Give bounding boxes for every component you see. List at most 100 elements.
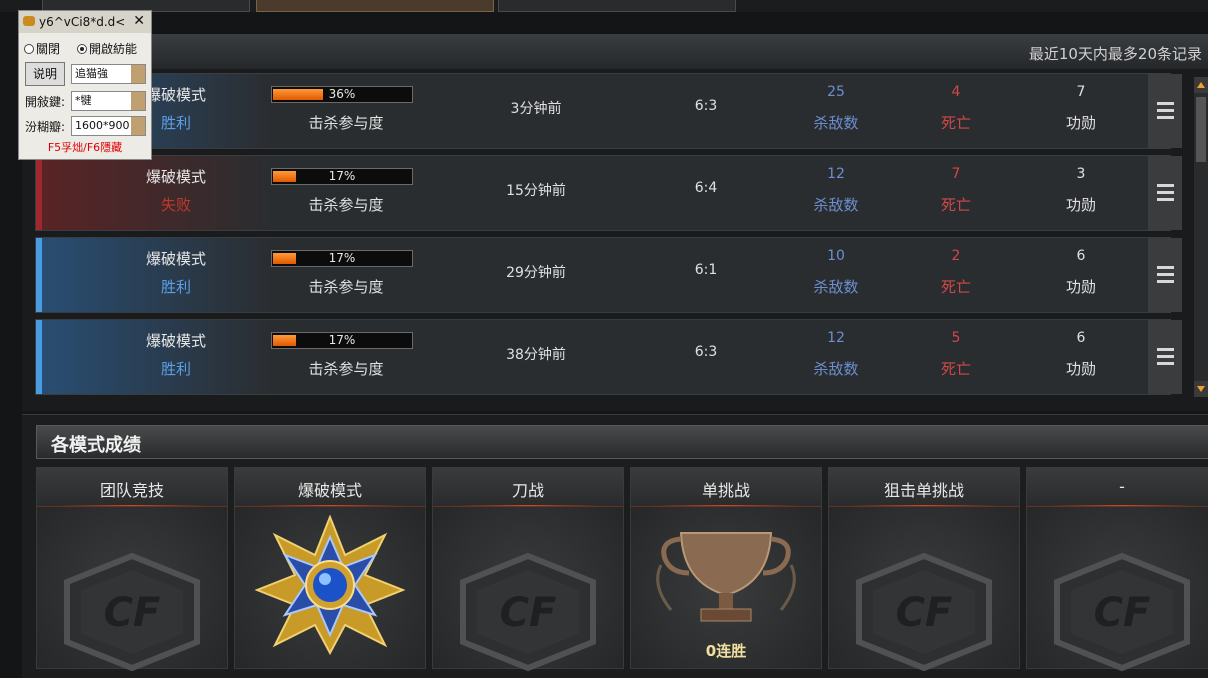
kill-participation-value: 17% <box>328 251 356 265</box>
top-tab-3[interactable] <box>498 0 736 12</box>
kill-participation-value: 36% <box>328 87 356 101</box>
mode-select[interactable]: 追猫強 <box>71 64 146 84</box>
kill-participation-bar: 17% <box>271 168 413 185</box>
svg-text:CF: CF <box>104 590 161 636</box>
key-label: 開敍鍵: <box>25 95 66 109</box>
scroll-down-icon[interactable] <box>1194 381 1208 397</box>
key-select[interactable]: *犍 <box>71 91 146 111</box>
scroll-thumb[interactable] <box>1196 97 1206 162</box>
records-header: 最近10天内最多20条记录 <box>22 35 1208 69</box>
mode-name: - <box>1119 477 1125 496</box>
match-mode: 爆破模式 <box>145 250 206 268</box>
radio-off-icon <box>24 44 34 54</box>
merit-label: 功勋 <box>1065 196 1096 214</box>
kill-participation-value: 17% <box>328 333 356 347</box>
match-score: 6:3 <box>694 98 718 114</box>
records-note: 最近10天内最多20条记录 <box>1028 45 1202 63</box>
hotkey-hint: F5孚炪/F6隱藏 <box>47 141 123 154</box>
chevron-down-icon[interactable] <box>131 117 145 135</box>
help-button[interactable]: 说明 <box>25 62 65 86</box>
kills-value: 25 <box>827 84 845 100</box>
match-records-panel: 最近10天内最多20条记录 爆破模式 胜利 36% 击杀参与度 3分钟前 6:3… <box>22 34 1208 411</box>
match-row[interactable]: 爆破模式 胜利 17% 击杀参与度 29分钟前 6:1 10 杀敌数 2 死亡 … <box>35 237 1182 313</box>
deaths-value: 5 <box>951 330 961 346</box>
menu-icon-line <box>1157 362 1174 365</box>
menu-icon <box>1157 102 1174 105</box>
mode-card-cap: 狙击单挑战 <box>829 468 1019 507</box>
radio-on[interactable]: 開啟紡能 <box>77 40 137 57</box>
mode-stats-header: 各模式成绩 <box>36 425 1208 459</box>
mode-card-cap: - <box>1027 468 1208 507</box>
mode-card-body: CF <box>829 507 1019 672</box>
deaths-label: 死亡 <box>940 278 971 296</box>
kills-label: 杀敌数 <box>813 196 859 214</box>
row-menu-button[interactable] <box>1148 238 1182 312</box>
mode-card[interactable]: 团队竞技 CF <box>36 467 228 672</box>
resolution-select[interactable]: 1600*900 <box>71 116 146 136</box>
top-tab-2-active[interactable] <box>256 0 494 12</box>
match-mode: 爆破模式 <box>145 168 206 186</box>
key-select-value: *犍 <box>75 94 92 107</box>
overlay-window[interactable]: y6^vCi8*d.d< ✕ 關閉 開啟紡能 说明 追猫強 開敍鍵: *犍 汾糊… <box>18 10 152 160</box>
deaths-value: 2 <box>951 248 961 264</box>
mode-card[interactable]: 单挑战 0连胜 <box>630 467 822 669</box>
overlay-title: y6^vCi8*d.d< <box>39 15 126 29</box>
match-time: 38分钟前 <box>506 347 566 363</box>
match-row[interactable]: 爆破模式 胜利 17% 击杀参与度 38分钟前 6:3 12 杀敌数 5 死亡 … <box>35 319 1182 395</box>
mode-card-cap: 爆破模式 <box>235 468 425 507</box>
overlay-titlebar[interactable]: y6^vCi8*d.d< ✕ <box>19 11 151 33</box>
deaths-label: 死亡 <box>940 114 971 132</box>
mode-card[interactable]: - CF <box>1026 467 1208 672</box>
match-score: 6:1 <box>694 262 718 278</box>
kills-label: 杀敌数 <box>813 278 859 296</box>
mode-stats-panel: 各模式成绩 团队竞技 CF 爆破模式 刀战 CF 单挑战 0连胜 狙击单挑战 C… <box>22 414 1208 678</box>
match-score: 6:4 <box>694 180 718 196</box>
trophy-icon <box>656 532 796 622</box>
mode-name: 单挑战 <box>701 481 750 500</box>
mode-name: 团队竞技 <box>99 481 164 500</box>
menu-icon <box>1157 348 1174 351</box>
merit-value: 6 <box>1076 248 1086 264</box>
svg-text:CF: CF <box>1094 590 1151 636</box>
row-menu-button[interactable] <box>1148 74 1182 148</box>
kill-participation-bar: 17% <box>271 332 413 349</box>
kill-participation-label: 击杀参与度 <box>308 114 384 132</box>
match-row[interactable]: 爆破模式 胜利 36% 击杀参与度 3分钟前 6:3 25 杀敌数 4 死亡 7… <box>35 73 1182 149</box>
kills-value: 12 <box>827 166 845 182</box>
kill-participation-bar: 36% <box>271 86 413 103</box>
deaths-value: 7 <box>951 166 961 182</box>
row-menu-button[interactable] <box>1148 320 1182 394</box>
mode-card-body: CF <box>37 507 227 672</box>
svg-text:CF: CF <box>896 590 953 636</box>
row-menu-button[interactable] <box>1148 156 1182 230</box>
merit-label: 功勋 <box>1065 360 1096 378</box>
menu-icon-line <box>1157 198 1174 201</box>
menu-icon-line <box>1157 191 1174 194</box>
kill-participation-label: 击杀参与度 <box>308 196 384 214</box>
menu-icon-line <box>1157 273 1174 276</box>
kill-participation-bar: 17% <box>271 250 413 267</box>
merit-label: 功勋 <box>1065 278 1096 296</box>
records-scrollbar[interactable] <box>1194 77 1208 397</box>
chevron-down-icon[interactable] <box>131 65 145 83</box>
resolution-label: 汾糊瓣: <box>25 120 66 134</box>
radio-off[interactable]: 關閉 <box>24 40 60 57</box>
close-icon[interactable]: ✕ <box>133 13 145 29</box>
merit-value: 6 <box>1076 330 1086 346</box>
mode-card[interactable]: 刀战 CF <box>432 467 624 672</box>
mode-card-cap: 团队竞技 <box>37 468 227 507</box>
deaths-label: 死亡 <box>940 360 971 378</box>
mode-name: 爆破模式 <box>297 481 362 500</box>
scroll-up-icon[interactable] <box>1194 77 1208 93</box>
mode-card[interactable]: 狙击单挑战 CF <box>828 467 1020 672</box>
mode-card-body <box>235 507 425 668</box>
menu-icon <box>1157 184 1174 187</box>
menu-icon-line <box>1157 116 1174 119</box>
chevron-down-icon[interactable] <box>131 92 145 110</box>
mode-card[interactable]: 爆破模式 <box>234 467 426 669</box>
merit-label: 功勋 <box>1065 114 1096 132</box>
deaths-value: 4 <box>951 84 961 100</box>
match-row[interactable]: 爆破模式 失败 17% 击杀参与度 15分钟前 6:4 12 杀敌数 7 死亡 … <box>35 155 1182 231</box>
kill-participation-value: 17% <box>328 169 356 183</box>
menu-icon-line <box>1157 280 1174 283</box>
